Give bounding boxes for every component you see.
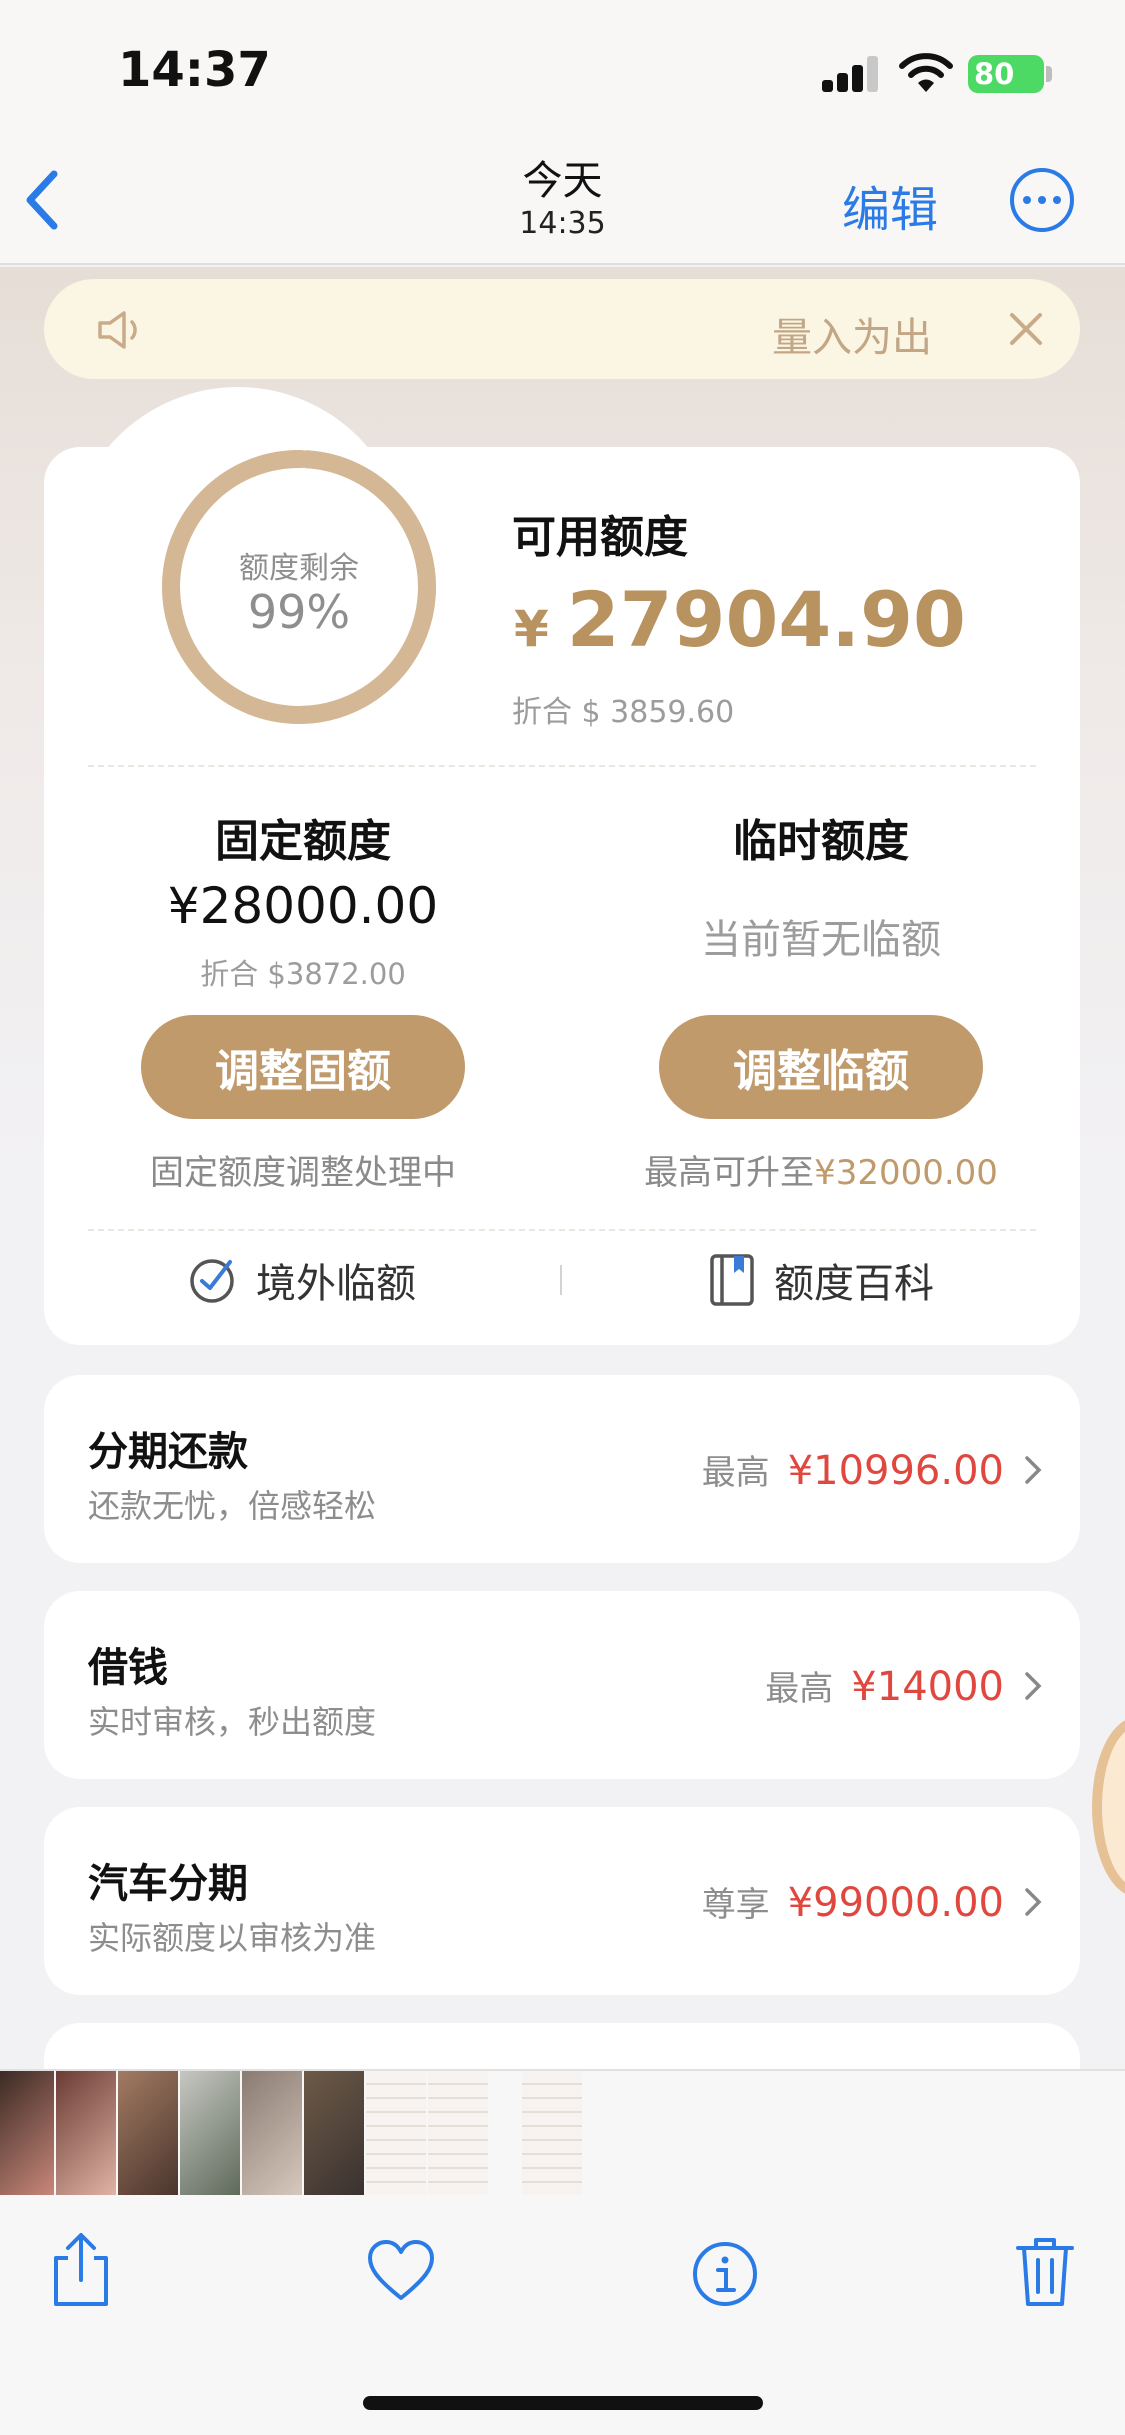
close-icon[interactable] — [1006, 309, 1046, 349]
chevron-right-icon — [1025, 1888, 1042, 1916]
service-row-installment[interactable]: 分期还款 还款无忧，倍感轻松 最高 ¥10996.00 — [44, 1375, 1080, 1563]
credit-limit-card: 额度剩余 99% 可用额度 ¥ 27904.90 折合 $ 3859.60 固定… — [44, 387, 1080, 1345]
photo-thumbnail[interactable] — [180, 2071, 240, 2195]
home-indicator[interactable] — [363, 2396, 763, 2410]
ring-percent: 99% — [247, 585, 351, 639]
divider — [88, 765, 1036, 767]
service-row-car-installment[interactable]: 汽车分期 实际额度以审核为准 尊享 ¥99000.00 — [44, 1807, 1080, 1995]
overseas-icon — [190, 1259, 234, 1303]
service-limit: 最高 ¥10996.00 — [702, 1445, 1004, 1494]
link-divider — [560, 1265, 562, 1295]
service-limit-prefix: 最高 — [701, 1453, 770, 1493]
adjust-temp-limit-button[interactable]: 调整临额 — [659, 1015, 983, 1119]
photo-thumbnail[interactable] — [242, 2071, 302, 2195]
service-limit: 尊享 ¥99000.00 — [702, 1877, 1004, 1926]
status-time: 14:37 — [118, 42, 271, 98]
notice-text: 量入为出 — [772, 315, 932, 361]
overseas-limit-link[interactable]: 境外临额 — [186, 1247, 416, 1313]
nav-title: 今天 — [522, 158, 603, 204]
temp-limit-max-amount: ¥32000.00 — [814, 1153, 998, 1193]
service-limit-prefix: 最高 — [765, 1669, 834, 1709]
service-title: 借钱 — [88, 1645, 168, 1691]
speaker-icon — [98, 311, 137, 349]
available-usd-equivalent: 折合 $ 3859.60 — [512, 695, 735, 730]
screenshot-content: 量入为出 额度剩余 99% 可用额度 ¥ 27904.90 折合 $ 3859.… — [0, 267, 1125, 2069]
adjust-fixed-limit-button[interactable]: 调整固额 — [141, 1015, 465, 1119]
chevron-right-icon — [1025, 1672, 1042, 1700]
photo-thumbnail[interactable] — [0, 2071, 54, 2195]
limit-wiki-label: 额度百科 — [774, 1261, 934, 1307]
available-limit-label: 可用额度 — [512, 512, 688, 563]
service-row-borrow[interactable]: 借钱 实时审核，秒出额度 最高 ¥14000 — [44, 1591, 1080, 1779]
notice-bar[interactable]: 量入为出 — [44, 279, 1080, 379]
photo-thumbnail[interactable] — [56, 2071, 116, 2195]
thumbnail-strip — [0, 2071, 582, 2195]
service-limit-prefix: 尊享 — [701, 1885, 770, 1925]
temp-limit-title: 临时额度 — [733, 816, 909, 867]
temp-limit-max: 最高可升至¥32000.00 — [576, 1145, 1066, 1194]
service-subtitle: 还款无忧，倍感轻松 — [88, 1487, 377, 1525]
service-subtitle: 实时审核，秒出额度 — [88, 1703, 377, 1741]
wifi-icon — [899, 53, 953, 92]
photo-thumbnail[interactable] — [304, 2071, 364, 2195]
cellular-signal-icon — [822, 56, 880, 92]
heart-icon[interactable] — [366, 2230, 436, 2310]
service-limit-amount: ¥10996.00 — [787, 1448, 1004, 1494]
photo-thumbnail[interactable] — [118, 2071, 178, 2195]
currency-symbol: ¥ — [514, 600, 549, 658]
fixed-limit-amount: ¥28000.00 — [167, 877, 439, 935]
temp-limit-none: 当前暂无临额 — [701, 917, 941, 963]
photo-thumbnail[interactable] — [366, 2071, 426, 2195]
available-amount-value: 27904.90 — [566, 575, 966, 664]
more-options-icon[interactable] — [1010, 168, 1074, 232]
service-limit: 最高 ¥14000 — [765, 1661, 1004, 1710]
limit-wiki-link[interactable]: 额度百科 — [708, 1247, 934, 1313]
thumbnail-gap — [490, 2071, 520, 2195]
book-icon — [710, 1254, 754, 1306]
info-icon[interactable] — [690, 2230, 760, 2310]
temp-limit-max-prefix: 最高可升至 — [644, 1153, 815, 1193]
service-title: 汽车分期 — [88, 1861, 248, 1907]
share-icon[interactable] — [46, 2230, 116, 2310]
photo-viewer-header: 14:37 80 今天 14:35 编辑 — [0, 0, 1125, 265]
edit-button[interactable]: 编辑 — [842, 170, 938, 240]
photo-thumbnail[interactable] — [428, 2071, 488, 2195]
fixed-limit-title: 固定额度 — [215, 816, 391, 867]
service-title: 分期还款 — [88, 1429, 248, 1475]
ring-label: 额度剩余 — [239, 551, 359, 586]
service-row-partial[interactable] — [44, 2023, 1080, 2069]
divider — [88, 1229, 1036, 1231]
available-limit-amount: ¥ 27904.90 — [514, 575, 966, 664]
trash-icon[interactable] — [1010, 2230, 1080, 2310]
battery-indicator: 80 — [968, 55, 1044, 93]
fixed-limit-status: 固定额度调整处理中 — [150, 1153, 456, 1193]
service-subtitle: 实际额度以审核为准 — [88, 1919, 377, 1957]
overseas-limit-label: 境外临额 — [256, 1261, 416, 1307]
service-limit-amount: ¥14000 — [851, 1664, 1004, 1710]
fixed-limit-usd: 折合 $3872.00 — [200, 957, 406, 991]
floating-badge[interactable] — [1092, 1717, 1125, 1897]
chevron-right-icon — [1025, 1456, 1042, 1484]
photo-thumbnail-current[interactable] — [522, 2071, 582, 2195]
photo-toolbar-area — [0, 2069, 1125, 2435]
battery-cap — [1046, 66, 1052, 82]
service-limit-amount: ¥99000.00 — [787, 1880, 1004, 1926]
nav-subtitle: 14:35 — [519, 206, 606, 241]
